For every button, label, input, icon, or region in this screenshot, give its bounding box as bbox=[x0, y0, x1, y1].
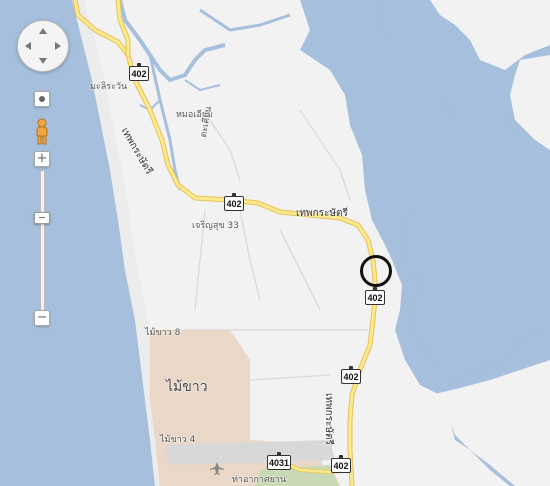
pegman-icon[interactable] bbox=[33, 118, 51, 146]
road-shield-4031: 4031 bbox=[267, 452, 291, 470]
town-label-mai-khao: ไม้ขาว bbox=[166, 379, 208, 395]
zoom-slider-track[interactable] bbox=[40, 170, 45, 312]
zoom-in-icon: + bbox=[36, 151, 48, 166]
road-shield-402: 402 bbox=[365, 287, 385, 305]
pan-control[interactable] bbox=[17, 20, 69, 72]
zoom-in-button[interactable]: + bbox=[34, 151, 50, 167]
road-name-label: เทพกระษัตรี bbox=[323, 393, 334, 445]
pan-right-icon[interactable] bbox=[55, 42, 61, 50]
road-shield-402: 402 bbox=[224, 193, 244, 211]
road-shield-402: 402 bbox=[129, 63, 149, 81]
road-shield-402: 402 bbox=[341, 366, 361, 384]
map-base-layer bbox=[0, 0, 550, 486]
pan-up-icon[interactable] bbox=[39, 28, 47, 34]
village-label: ไม้ขาว 8 bbox=[145, 328, 181, 338]
airport-label: ท่าอากาศยาน bbox=[232, 475, 287, 485]
reset-dot-icon bbox=[39, 96, 45, 102]
village-label: ไม้ขาว 4 bbox=[160, 435, 196, 445]
pan-down-icon[interactable] bbox=[39, 58, 47, 64]
zoom-out-icon: − bbox=[36, 310, 48, 325]
pan-left-icon[interactable] bbox=[25, 42, 31, 50]
village-label: มะลิระวัน bbox=[90, 82, 128, 92]
reset-view-button[interactable] bbox=[34, 91, 50, 107]
village-label: เจริญสุข 33 bbox=[192, 221, 239, 231]
zoom-slider-handle[interactable] bbox=[34, 212, 50, 224]
highlight-circle-marker bbox=[360, 255, 392, 287]
map-canvas[interactable]: 402 402 402 402 402 4031 มะลิระวัน หมอเอ… bbox=[0, 0, 550, 486]
zoom-out-button[interactable]: − bbox=[34, 310, 50, 326]
road-name-label: เทพกระษัตรี bbox=[296, 208, 348, 219]
road-shield-402: 402 bbox=[331, 455, 351, 473]
